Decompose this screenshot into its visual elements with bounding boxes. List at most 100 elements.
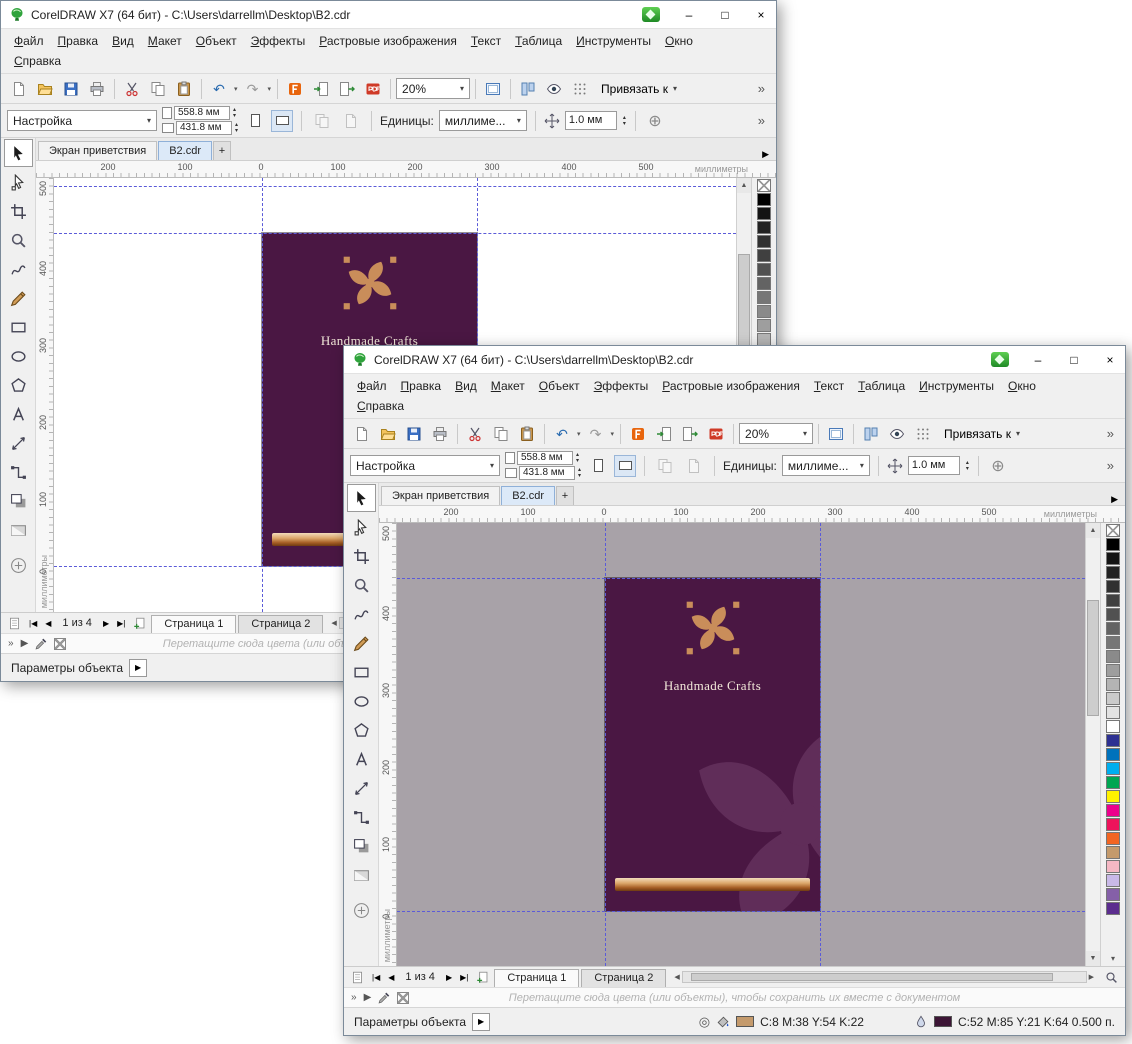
- toolbar-overflow-button[interactable]: »: [753, 81, 770, 96]
- add-tools-button[interactable]: [4, 551, 33, 579]
- new-document-button[interactable]: [7, 77, 31, 101]
- new-document-tab-button[interactable]: +: [212, 141, 231, 160]
- next-page-button[interactable]: ▶: [100, 613, 112, 633]
- all-pages-button[interactable]: [310, 109, 334, 133]
- copy-button[interactable]: [489, 422, 513, 446]
- menu-item-2[interactable]: Правка: [394, 376, 449, 396]
- page-width-field[interactable]: 558.8 мм: [517, 451, 573, 465]
- full-screen-preview-button[interactable]: [481, 77, 505, 101]
- page-preset-select[interactable]: Настройка ▾: [7, 110, 157, 131]
- nudge-offset-field[interactable]: 1.0 мм: [564, 111, 617, 130]
- menu-item-8[interactable]: Текст: [807, 376, 851, 396]
- color-swatch[interactable]: [1106, 846, 1120, 859]
- scroll-left-button[interactable]: ◀: [672, 973, 681, 981]
- portrait-button[interactable]: [587, 455, 609, 477]
- menu-item-3[interactable]: Вид: [105, 31, 141, 51]
- landscape-button[interactable]: [614, 454, 637, 477]
- menu-item-4[interactable]: Макет: [141, 31, 189, 51]
- tab-document[interactable]: B2.cdr: [158, 141, 212, 160]
- publish-pdf-button[interactable]: [704, 422, 728, 446]
- outline-color-swatch[interactable]: [933, 1016, 952, 1027]
- title-bar[interactable]: CorelDRAW X7 (64 бит) - C:\Users\darrell…: [344, 346, 1125, 373]
- zoom-tool[interactable]: [347, 571, 376, 599]
- page-width-spinner[interactable]: ▴ ▾: [575, 452, 580, 464]
- application-launcher-button[interactable]: [626, 422, 650, 446]
- scroll-down-button[interactable]: ▼: [1086, 951, 1100, 966]
- snap-grid-button[interactable]: [568, 77, 592, 101]
- overlay-badge-icon[interactable]: [991, 352, 1009, 367]
- rectangle-tool[interactable]: [347, 658, 376, 686]
- all-pages-button[interactable]: [653, 454, 677, 478]
- save-button[interactable]: [59, 77, 83, 101]
- color-swatch[interactable]: [1106, 538, 1120, 551]
- treat-as-filled-icon[interactable]: ⊕: [987, 455, 1009, 477]
- copy-button[interactable]: [146, 77, 170, 101]
- color-swatch[interactable]: [1106, 790, 1120, 803]
- show-rulers-button[interactable]: [859, 422, 883, 446]
- next-page-button[interactable]: ▶: [443, 967, 455, 987]
- navigator-button[interactable]: [1102, 967, 1121, 987]
- color-swatch[interactable]: [1106, 720, 1120, 733]
- application-launcher-button[interactable]: [283, 77, 307, 101]
- transparency-tool[interactable]: [4, 516, 33, 544]
- ellipse-tool[interactable]: [347, 687, 376, 715]
- transparency-tool[interactable]: [347, 861, 376, 889]
- snap-grid-button[interactable]: [911, 422, 935, 446]
- page-height-spinner[interactable]: ▴ ▾: [577, 467, 582, 479]
- full-screen-preview-button[interactable]: [824, 422, 848, 446]
- open-button[interactable]: [376, 422, 400, 446]
- toolbar-overflow-button[interactable]: »: [1102, 426, 1119, 441]
- color-swatch[interactable]: [757, 193, 771, 206]
- horizontal-scrollbar[interactable]: ◀ ▶: [672, 970, 1096, 984]
- overlay-badge-icon[interactable]: [642, 7, 660, 22]
- redo-button[interactable]: ↷: [584, 422, 608, 446]
- zoom-level-select[interactable]: 20% ▾: [739, 423, 814, 444]
- show-preview-button[interactable]: [542, 77, 566, 101]
- units-select[interactable]: миллиме... ▾: [781, 455, 870, 476]
- close-button[interactable]: ×: [1095, 348, 1125, 371]
- vertical-scrollbar[interactable]: ▲ ▼: [1085, 523, 1100, 966]
- current-page-button[interactable]: [682, 454, 706, 478]
- palette-flyout-button[interactable]: ▾: [1105, 953, 1121, 964]
- maximize-button[interactable]: □: [1059, 348, 1089, 371]
- eyedropper-icon[interactable]: [378, 992, 390, 1004]
- crop-tool[interactable]: [4, 197, 33, 225]
- tab-welcome-screen[interactable]: Экран приветствия: [38, 141, 158, 160]
- minimize-button[interactable]: –: [674, 3, 704, 26]
- undo-button[interactable]: ↶: [207, 77, 231, 101]
- page-tab-1[interactable]: Страница 1: [151, 615, 237, 633]
- color-swatch[interactable]: [1106, 818, 1120, 831]
- dimension-tool[interactable]: [4, 429, 33, 457]
- add-page-button[interactable]: [473, 967, 492, 987]
- title-bar[interactable]: CorelDRAW X7 (64 бит) - C:\Users\darrell…: [1, 1, 776, 28]
- freehand-tool[interactable]: [4, 255, 33, 283]
- color-swatch[interactable]: [757, 249, 771, 262]
- color-swatch[interactable]: [757, 207, 771, 220]
- menu-item-2[interactable]: Правка: [51, 31, 106, 51]
- menu-item-7[interactable]: Растровые изображения: [655, 376, 807, 396]
- color-swatch[interactable]: [1106, 580, 1120, 593]
- tab-scroll-right-button[interactable]: ▶: [755, 149, 776, 160]
- flyout-arrow-button[interactable]: ▶: [364, 992, 372, 1003]
- horizontal-scroll-thumb[interactable]: [690, 973, 1054, 981]
- menu-item-12[interactable]: Справка: [7, 51, 68, 71]
- scroll-up-button[interactable]: ▲: [737, 178, 751, 193]
- menu-item-10[interactable]: Инструменты: [569, 31, 658, 51]
- undo-dropdown-button[interactable]: ▾: [576, 430, 582, 438]
- shape-tool[interactable]: [4, 168, 33, 196]
- guide-vertical-right[interactable]: [820, 523, 821, 966]
- guide-horizontal-bottom[interactable]: [397, 911, 1085, 912]
- text-tool[interactable]: [4, 400, 33, 428]
- minimize-button[interactable]: –: [1023, 348, 1053, 371]
- color-swatch[interactable]: [1106, 706, 1120, 719]
- horizontal-ruler[interactable]: миллиметры 200 100 0 100 200 300 400 500: [36, 161, 776, 178]
- paste-button[interactable]: [172, 77, 196, 101]
- page-width-field[interactable]: 558.8 мм: [174, 106, 230, 120]
- no-color-swatch[interactable]: [757, 179, 771, 192]
- redo-dropdown-button[interactable]: ▾: [610, 430, 616, 438]
- menu-item-5[interactable]: Объект: [189, 31, 244, 51]
- color-swatch[interactable]: [757, 221, 771, 234]
- color-swatch[interactable]: [1106, 776, 1120, 789]
- pick-tool[interactable]: [346, 484, 376, 512]
- import-button[interactable]: [652, 422, 676, 446]
